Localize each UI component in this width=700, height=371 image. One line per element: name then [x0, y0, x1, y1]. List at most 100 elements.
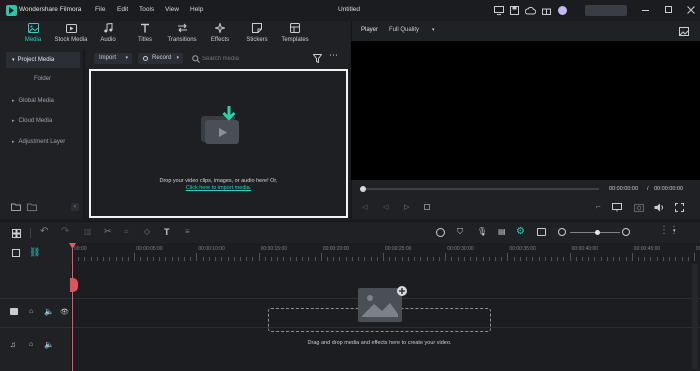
ruler-tick-mark	[582, 257, 584, 261]
delete-icon[interactable]: ▥	[84, 227, 92, 236]
progress-handle[interactable]	[360, 186, 366, 192]
layout-grid-icon[interactable]	[12, 229, 21, 238]
tag-icon[interactable]: ◇	[144, 227, 150, 236]
menu-view[interactable]: View	[165, 6, 179, 13]
ruler-tick-mark	[327, 257, 329, 261]
tab-templates[interactable]: Templates	[276, 23, 314, 49]
ruler-tick-mark	[358, 257, 360, 261]
save-icon[interactable]	[510, 6, 519, 15]
menu-file[interactable]: File	[95, 6, 105, 13]
more-options-icon[interactable]: ⋯	[329, 50, 338, 61]
player-tab[interactable]: Player	[361, 27, 378, 33]
tab-audio[interactable]: Audio	[89, 23, 127, 49]
chevron-down-icon[interactable]: ▾	[673, 228, 676, 234]
search-input[interactable]	[202, 53, 302, 64]
camera-icon[interactable]	[634, 203, 644, 212]
undo-icon[interactable]: ↶	[40, 226, 48, 237]
ruler-tick-mark	[488, 257, 490, 261]
gift-icon[interactable]	[542, 6, 551, 15]
ruler-tick-mark	[146, 257, 148, 261]
volume-icon[interactable]	[654, 203, 664, 212]
record-button[interactable]: Record ▾	[138, 53, 183, 64]
previous-frame-icon[interactable]: ◁	[362, 203, 367, 211]
bracket-icon[interactable]: ⌐	[596, 202, 601, 211]
redo-icon[interactable]: ↷	[61, 226, 69, 237]
voiceover-icon[interactable]: ▤	[498, 227, 506, 236]
scissors-icon[interactable]: ✂	[104, 226, 112, 237]
maximize-icon[interactable]	[665, 6, 672, 13]
menu-help[interactable]: Help	[190, 6, 203, 13]
sidebar-item-folder[interactable]: Folder	[6, 71, 80, 87]
ruler-tick-mark	[438, 257, 440, 261]
sidebar-item-project-media[interactable]: ▾ Project Media	[6, 52, 80, 68]
sidebar-item-cloud-media[interactable]: ▸ Cloud Media	[6, 113, 80, 129]
tab-stickers-label: Stickers	[246, 37, 268, 43]
link-icon[interactable]: ⛓	[29, 247, 40, 258]
marker-icon[interactable]	[537, 228, 546, 236]
playback-progress-bar[interactable]	[362, 188, 599, 190]
microphone-icon[interactable]: 🎙	[477, 227, 487, 236]
mute-icon[interactable]: 🔈	[44, 307, 54, 316]
folder-icon[interactable]: ⌂	[29, 308, 33, 315]
minimize-icon[interactable]	[642, 10, 649, 11]
import-media-link[interactable]: Click here to import media.	[91, 185, 346, 191]
ruler-tick-mark	[606, 257, 608, 261]
ruler-tick-mark	[140, 257, 142, 261]
timeline-ruler[interactable]: 00:00 00:00:05:00 00:00:10:00 00:00:15:00 00…	[72, 243, 700, 264]
add-track-icon[interactable]	[12, 249, 20, 257]
menu-edit[interactable]: Edit	[117, 6, 128, 13]
tab-effects[interactable]: Effects	[201, 23, 239, 49]
tab-transitions[interactable]: Transitions	[163, 23, 201, 49]
timeline-settings-icon[interactable]: ⋮⋮	[659, 225, 679, 236]
ruler-tick-mark	[171, 257, 173, 261]
filter-icon[interactable]	[313, 54, 322, 63]
tab-stickers[interactable]: Stickers	[238, 23, 276, 49]
mute-icon[interactable]: 🔈	[44, 340, 54, 349]
tab-media[interactable]: Media	[14, 23, 52, 49]
chevron-down-icon[interactable]: ▾	[432, 27, 435, 33]
play-icon[interactable]: ▷	[404, 203, 409, 211]
stop-icon[interactable]	[424, 204, 430, 210]
adjust-icon[interactable]: ≡	[185, 227, 190, 236]
crop-icon[interactable]: ⌗	[124, 227, 129, 237]
import-button[interactable]: Import ▾	[94, 53, 132, 64]
title-bar: Wondershare Filmora File Edit Tools View…	[0, 0, 700, 21]
folder-icon[interactable]	[27, 203, 37, 211]
video-preview[interactable]	[351, 41, 700, 180]
tab-stock-media[interactable]: Stock Media	[52, 23, 90, 49]
menu-tools[interactable]: Tools	[139, 6, 154, 13]
ruler-tick-mark	[407, 257, 409, 261]
screen-icon[interactable]	[494, 6, 504, 15]
add-media-icon[interactable]	[356, 286, 410, 324]
sidebar-item-adjustment-layer[interactable]: ▸ Adjustment Layer	[6, 134, 80, 150]
quality-select[interactable]: Full Quality	[389, 27, 419, 33]
cloud-icon[interactable]	[525, 6, 536, 15]
avatar[interactable]	[558, 6, 567, 15]
ai-icon[interactable]: ⚙	[516, 226, 525, 237]
playhead-line[interactable]	[72, 243, 73, 371]
eye-icon[interactable]: 👁	[60, 308, 69, 316]
render-icon[interactable]	[436, 228, 445, 237]
display-icon[interactable]	[612, 203, 622, 212]
new-folder-icon[interactable]	[11, 203, 21, 211]
ruler-tick-mark	[271, 257, 273, 261]
zoom-slider-handle[interactable]	[595, 230, 600, 235]
close-icon[interactable]	[687, 6, 695, 14]
folder-icon[interactable]: ⌂	[29, 341, 33, 348]
vertical-scrollbar[interactable]	[692, 264, 698, 369]
ruler-tick-mark	[215, 257, 217, 261]
sidebar-item-global-media[interactable]: ▸ Global Media	[6, 93, 80, 109]
collapse-sidebar-icon[interactable]: ‹	[71, 203, 79, 211]
upgrade-button[interactable]	[585, 5, 627, 16]
media-drop-zone[interactable]: Drop your video clips, images, or audio …	[89, 69, 348, 218]
snapshot-icon[interactable]	[679, 27, 689, 36]
zoom-out-icon[interactable]	[558, 228, 566, 236]
ruler-tick-mark	[463, 257, 465, 261]
fullscreen-icon[interactable]	[675, 203, 684, 212]
shield-icon[interactable]: ⛉	[457, 227, 463, 237]
zoom-in-icon[interactable]	[622, 228, 630, 236]
tab-titles[interactable]: Titles	[126, 23, 164, 49]
text-tool-icon[interactable]: T	[164, 227, 170, 237]
step-back-icon[interactable]: ◁	[383, 203, 388, 211]
playhead-marker[interactable]	[70, 278, 78, 292]
